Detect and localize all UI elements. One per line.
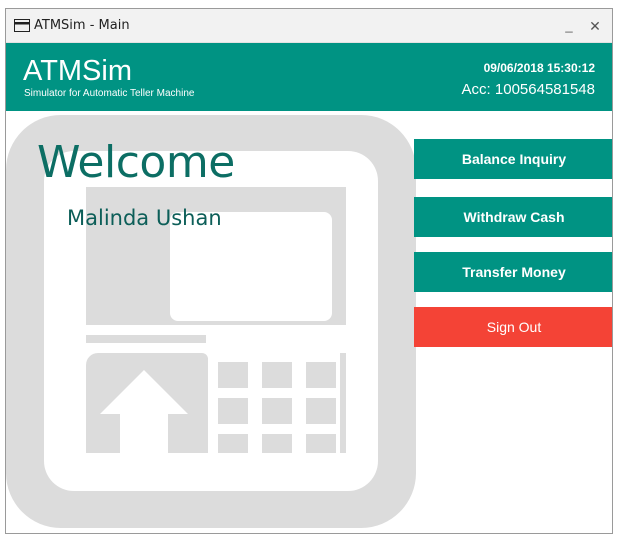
app-window: ATMSim - Main _ ✕ ATMSim Simulator for A… — [5, 8, 613, 534]
app-name: ATMSim — [23, 55, 133, 87]
withdraw-cash-button[interactable]: Withdraw Cash — [414, 197, 612, 237]
user-name: Malinda Ushan — [67, 206, 222, 230]
welcome-heading: Welcome — [37, 137, 235, 188]
transfer-money-button[interactable]: Transfer Money — [414, 252, 612, 292]
sign-out-button[interactable]: Sign Out — [414, 307, 612, 347]
balance-inquiry-button[interactable]: Balance Inquiry — [414, 139, 612, 179]
app-subtitle: Simulator for Automatic Teller Machine — [24, 88, 195, 99]
card-window-icon — [14, 19, 30, 32]
app-header: ATMSim Simulator for Automatic Teller Ma… — [6, 43, 612, 111]
account-number: Acc: 100564581548 — [461, 81, 595, 98]
window-title: ATMSim - Main — [34, 18, 130, 33]
close-button[interactable]: ✕ — [584, 15, 606, 37]
minimize-button[interactable]: _ — [558, 15, 580, 37]
title-bar[interactable]: ATMSim - Main _ ✕ — [6, 9, 612, 43]
datetime-display: 09/06/2018 15:30:12 — [483, 61, 595, 75]
